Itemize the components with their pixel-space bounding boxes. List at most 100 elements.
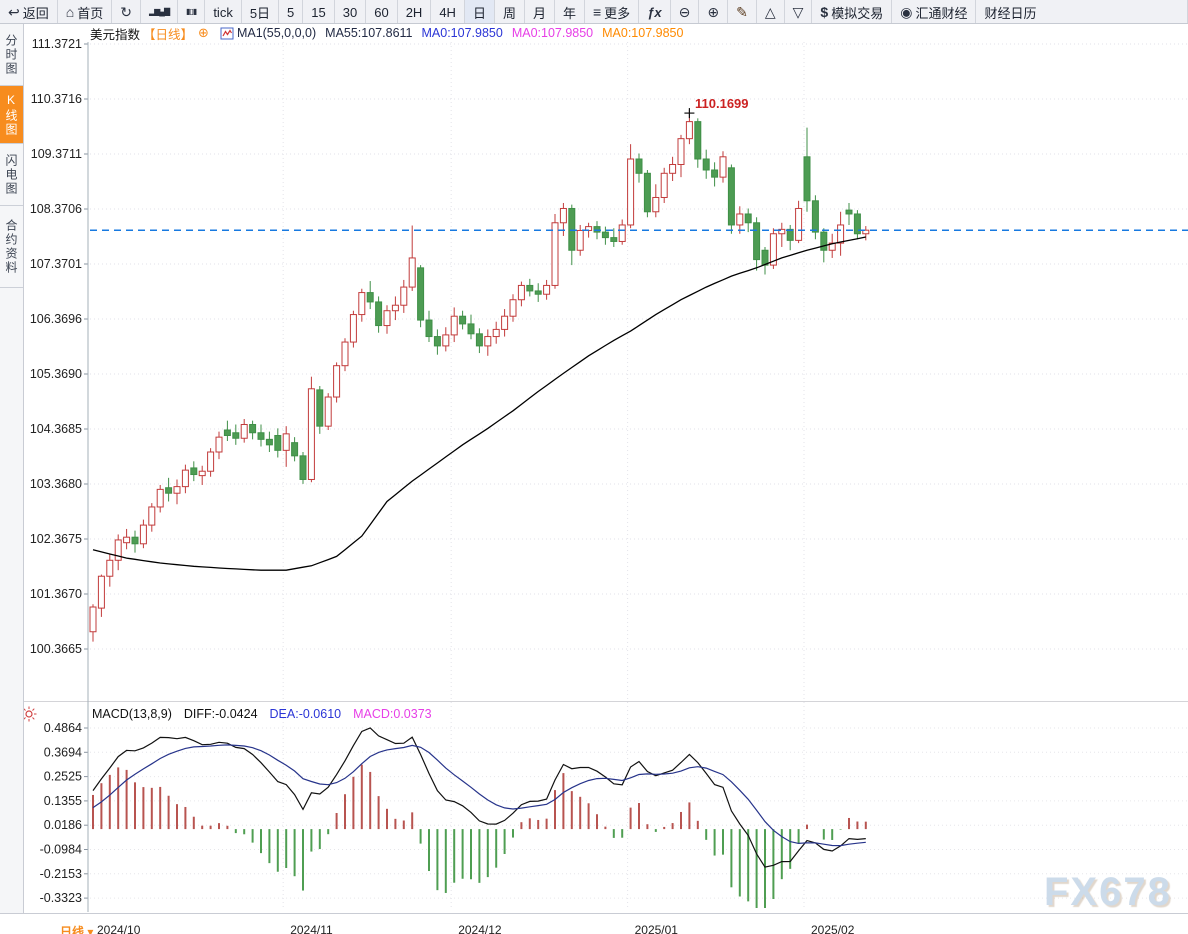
triangle-down-button[interactable]: ▽ <box>785 0 813 24</box>
left-sidebar: 分时图K线图闪电图合约资料 <box>0 24 24 934</box>
period-year-button[interactable]: 年 <box>555 0 585 24</box>
candle <box>728 168 734 225</box>
triangle-down-icon: ▽ <box>793 5 804 19</box>
macd-diff-value: DIFF:-0.0424 <box>184 707 258 721</box>
candle <box>308 389 314 480</box>
home-button-label: 首页 <box>77 3 103 22</box>
period-tick-button[interactable]: tick <box>205 0 242 24</box>
candle <box>594 227 600 232</box>
candle <box>535 291 541 294</box>
top-toolbar: ↩返回⌂首页↻▂▆▄▇▮▯▮tick5日51530602H4H日周月年≡更多ƒx… <box>0 0 1188 24</box>
macd-axis-label: 0.1355 <box>44 794 82 808</box>
candle <box>275 436 281 451</box>
ma-window-icon[interactable] <box>220 27 234 40</box>
sim-trading-button[interactable]: $模拟交易 <box>812 0 892 24</box>
candle <box>266 439 272 444</box>
candle <box>476 334 482 346</box>
candle <box>838 225 844 243</box>
more-button-label: 更多 <box>604 3 630 22</box>
candle <box>577 230 583 250</box>
candle <box>300 456 306 480</box>
candle <box>754 223 760 260</box>
arrow-back-icon: ↩ <box>8 5 20 19</box>
triangle-up-icon: △ <box>765 5 776 19</box>
tab-contract-info[interactable]: 合约资料 <box>0 206 23 288</box>
candle <box>502 316 508 329</box>
zoom-in-button[interactable]: ⊕ <box>699 0 728 24</box>
candlestick-button[interactable]: ▮▯▮ <box>178 0 205 24</box>
period-60m-button-label: 60 <box>374 5 388 20</box>
menu-icon: ≡ <box>593 5 601 19</box>
macd-macd-value: MACD:0.0373 <box>353 707 432 721</box>
tab-intraday-chart[interactable]: 分时图 <box>0 24 23 86</box>
candle <box>199 471 205 475</box>
macd-dea-value: DEA:-0.0610 <box>270 707 342 721</box>
period-15m-button[interactable]: 15 <box>303 0 334 24</box>
candle <box>644 173 650 211</box>
indicator-fx-button[interactable]: ƒx <box>639 0 670 24</box>
candle <box>90 607 96 632</box>
price-axis-label: 102.3675 <box>30 532 82 546</box>
candle <box>745 214 751 223</box>
candle <box>485 337 491 346</box>
date-axis-label: 2024/12 <box>458 923 501 934</box>
candle <box>140 525 146 544</box>
period-60m-button[interactable]: 60 <box>366 0 397 24</box>
zoom-out-button[interactable]: ⊖ <box>671 0 700 24</box>
macd-axis-label: 0.3694 <box>44 745 82 759</box>
finance-calendar-button[interactable]: 财经日历 <box>976 0 1188 24</box>
ma0-value-orange: MA0:107.9850 <box>602 26 683 40</box>
tab-kline-chart[interactable]: K线图 <box>0 86 23 144</box>
candle <box>401 287 407 305</box>
candle <box>661 173 667 197</box>
period-2h-button[interactable]: 2H <box>398 0 432 24</box>
period-4h-button[interactable]: 4H <box>431 0 465 24</box>
period-30m-button-label: 30 <box>343 5 357 20</box>
fx-icon: ƒx <box>647 6 661 19</box>
candle <box>182 470 188 486</box>
candle <box>258 433 264 440</box>
tab-lightning-chart[interactable]: 闪电图 <box>0 144 23 206</box>
candle <box>434 337 440 346</box>
huitong-finance-button[interactable]: ◉汇通财经 <box>892 0 976 24</box>
macd-axis-label: -0.2153 <box>40 867 82 881</box>
candle <box>191 468 197 475</box>
bottom-period-selector[interactable]: 日线 ▾ <box>60 923 93 934</box>
candle <box>821 232 827 250</box>
candle <box>737 214 743 225</box>
home-button[interactable]: ⌂首页 <box>58 0 112 24</box>
add-indicator-icon[interactable]: ⊕ <box>198 25 209 41</box>
logo-circle-icon: ◉ <box>900 5 912 19</box>
back-button[interactable]: ↩返回 <box>0 0 58 24</box>
period-5m-button-label: 5 <box>287 5 294 20</box>
period-4h-button-label: 4H <box>439 5 456 20</box>
period-30m-button[interactable]: 30 <box>335 0 366 24</box>
candle <box>653 197 659 211</box>
candle <box>334 366 340 397</box>
more-button[interactable]: ≡更多 <box>585 0 639 24</box>
price-axis-label: 108.3706 <box>30 202 82 216</box>
triangle-up-button[interactable]: △ <box>757 0 785 24</box>
line-chart-button[interactable]: ▂▆▄▇ <box>141 0 178 24</box>
period-5d-button[interactable]: 5日 <box>242 0 279 24</box>
date-axis-label: 2025/01 <box>635 923 678 934</box>
candle <box>426 320 432 336</box>
chart-canvas[interactable]: 111.3721110.3716109.3711108.3706107.3701… <box>0 0 1188 934</box>
period-tick-button-label: tick <box>213 5 233 20</box>
zoom-in-icon: ⊕ <box>707 5 719 19</box>
candle <box>409 258 415 287</box>
candle <box>703 159 709 170</box>
period-week-button-label: 周 <box>503 3 516 22</box>
period-week-button[interactable]: 周 <box>495 0 525 24</box>
period-month-button[interactable]: 月 <box>525 0 555 24</box>
candle <box>493 329 499 336</box>
draw-pencil-button[interactable]: ✎ <box>728 0 757 24</box>
period-5m-button[interactable]: 5 <box>279 0 303 24</box>
period-day-button[interactable]: 日 <box>465 0 495 24</box>
candle <box>686 122 692 139</box>
candle <box>695 122 701 159</box>
app-root: 111.3721110.3716109.3711108.3706107.3701… <box>0 0 1188 934</box>
refresh-button[interactable]: ↻ <box>112 0 141 24</box>
price-axis-label: 105.3690 <box>30 367 82 381</box>
candle <box>376 302 382 326</box>
